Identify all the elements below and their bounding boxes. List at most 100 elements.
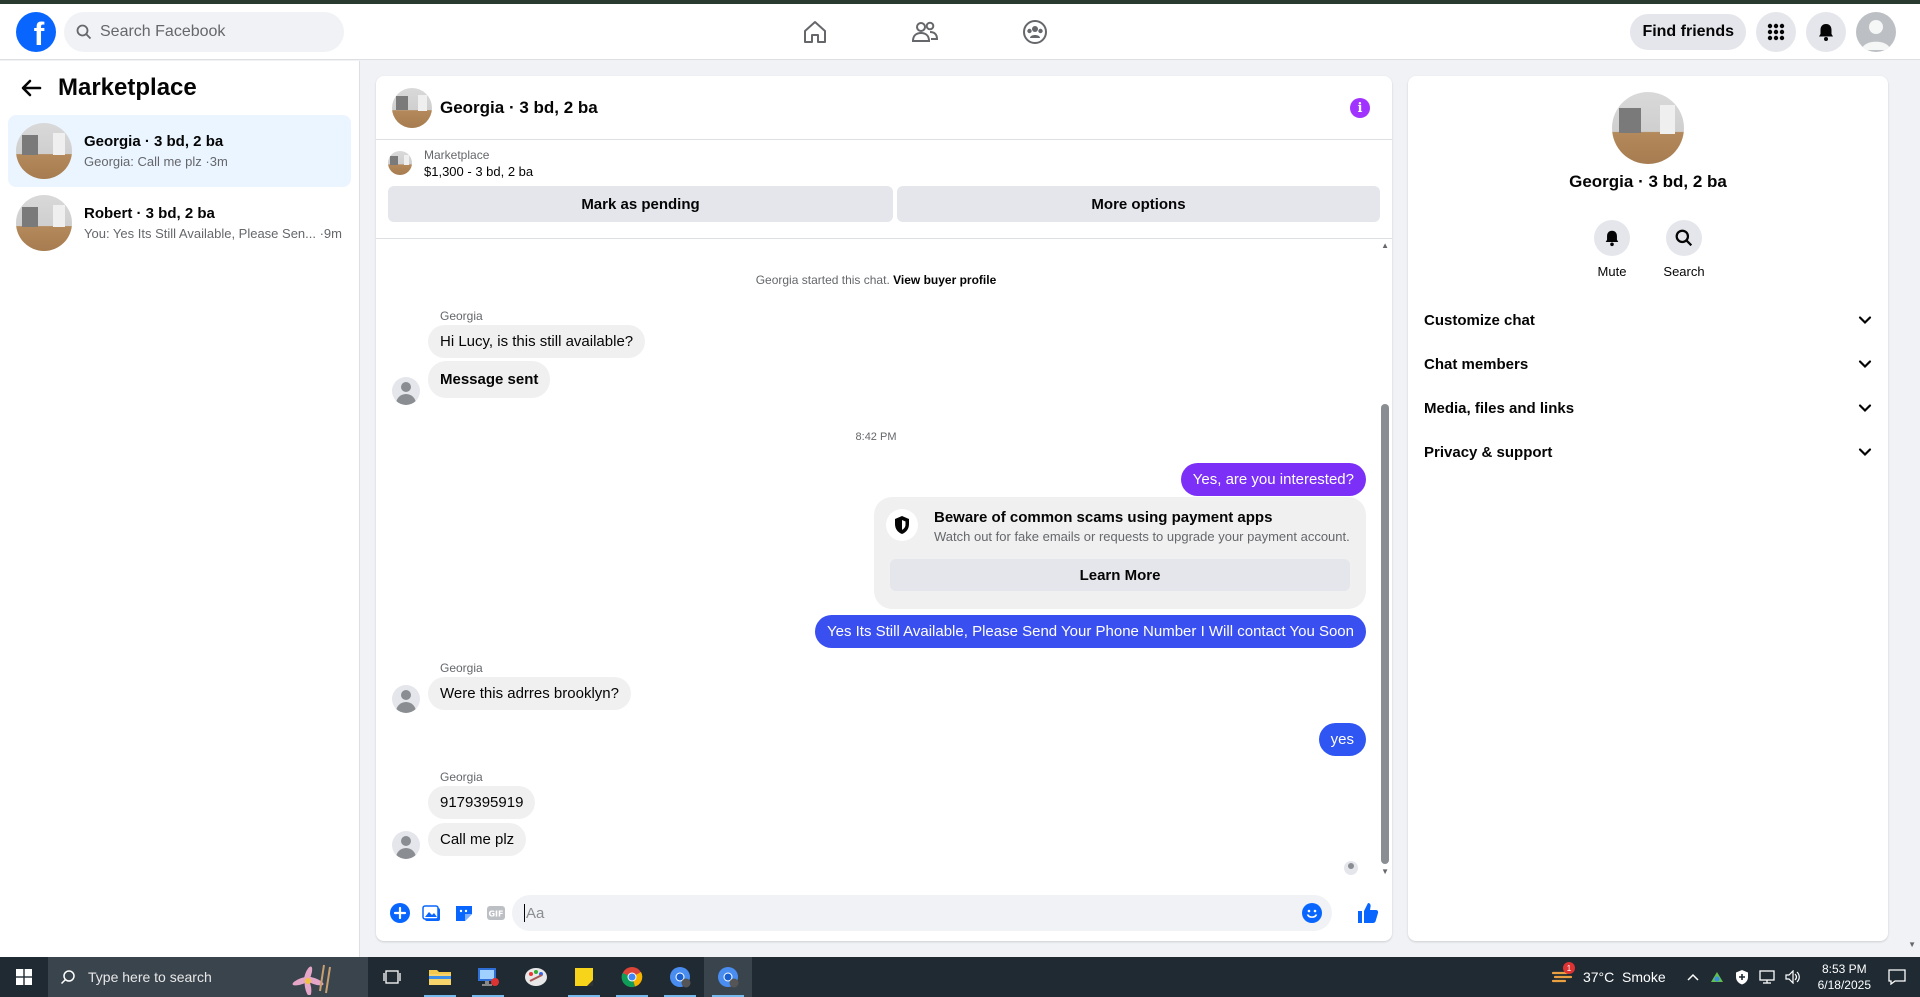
incoming-message[interactable]: Hi Lucy, is this still available?	[428, 325, 646, 358]
incoming-message[interactable]: Message sent	[428, 361, 551, 398]
chat-panel: Georgia · 3 bd, 2 ba i Marketplace $1,30…	[376, 76, 1392, 941]
thumbs-up-icon[interactable]	[1356, 901, 1380, 925]
shield-icon	[886, 509, 918, 541]
listing-price: $1,300 - 3 bd, 2 ba	[424, 163, 534, 179]
conversation-item-robert[interactable]: Robert · 3 bd, 2 ba You: Yes Its Still A…	[8, 187, 351, 259]
chat-members-section[interactable]: Chat members	[1416, 342, 1880, 386]
more-options-button[interactable]: More options	[897, 186, 1380, 222]
home-icon	[804, 21, 826, 43]
remote-desktop-app[interactable]	[464, 957, 512, 997]
section-label: Customize chat	[1424, 311, 1535, 329]
customize-chat-section[interactable]: Customize chat	[1416, 298, 1880, 342]
search-facebook-input[interactable]: Search Facebook	[64, 12, 344, 52]
chrome-active-app[interactable]	[704, 957, 752, 997]
mute-button[interactable]: Mute	[1592, 220, 1632, 279]
mark-as-pending-button[interactable]: Mark as pending	[388, 186, 893, 222]
facebook-logo[interactable]: f	[16, 12, 56, 52]
more-actions-button[interactable]	[384, 897, 416, 929]
paint-app[interactable]	[512, 957, 560, 997]
notification-center-button[interactable]	[1888, 969, 1906, 985]
attach-photo-button[interactable]	[416, 897, 448, 929]
menu-button[interactable]	[1756, 12, 1796, 52]
back-arrow-icon[interactable]	[20, 77, 42, 99]
message-sender: Georgia	[440, 661, 483, 675]
show-hidden-icons-button[interactable]	[1687, 972, 1699, 982]
search-icon	[1675, 229, 1693, 247]
listing-thumbnail	[16, 195, 72, 251]
photo-icon	[422, 905, 440, 921]
tray-app-icon[interactable]	[1709, 970, 1725, 984]
info-icon[interactable]: i	[1350, 98, 1370, 118]
account-avatar-button[interactable]	[1856, 12, 1896, 52]
chat-title[interactable]: Georgia · 3 bd, 2 ba	[440, 98, 598, 118]
groups-nav-button[interactable]	[980, 4, 1090, 60]
conversation-preview: Georgia: Call me plz ·3m	[84, 154, 228, 169]
text-caret	[524, 904, 525, 922]
incoming-message[interactable]: Call me plz	[428, 823, 527, 856]
search-in-chat-button[interactable]: Search	[1663, 220, 1705, 279]
friends-nav-button[interactable]	[870, 4, 980, 60]
grid-menu-icon	[1767, 23, 1785, 41]
listing-thumbnail	[16, 123, 72, 179]
taskbar-clock[interactable]: 8:53 PM 6/18/2025	[1818, 961, 1871, 993]
scroll-up-arrow[interactable]: ▲	[1381, 241, 1389, 250]
scrollbar-thumb[interactable]	[1381, 404, 1389, 864]
taskbar-search-box[interactable]: Type here to search	[48, 957, 368, 997]
sticky-note-icon	[575, 968, 593, 986]
outgoing-message[interactable]: Yes, are you interested?	[1180, 463, 1366, 496]
message-input[interactable]: Aa	[512, 895, 1332, 931]
svg-text:GIF: GIF	[488, 910, 503, 919]
emoji-icon[interactable]	[1302, 903, 1322, 923]
sticker-button[interactable]	[448, 897, 480, 929]
conversation-name: Georgia · 3 bd, 2 ba	[84, 133, 224, 150]
facebook-logo-letter: f	[33, 16, 45, 52]
chat-listing-thumbnail[interactable]	[392, 87, 432, 128]
view-buyer-profile-link[interactable]: View buyer profile	[893, 273, 996, 287]
bell-icon	[1819, 24, 1833, 41]
start-button[interactable]	[0, 957, 48, 997]
volume-tray-icon[interactable]	[1785, 970, 1801, 984]
sender-avatar	[392, 831, 420, 859]
listing-summary[interactable]: Marketplace $1,300 - 3 bd, 2 ba	[376, 140, 1392, 186]
top-right-controls: Find friends	[1630, 12, 1896, 52]
time-divider: 8:42 PM	[855, 431, 897, 443]
home-nav-button[interactable]	[760, 4, 870, 60]
page-scroll-down-arrow[interactable]: ▼	[1908, 940, 1916, 949]
privacy-support-section[interactable]: Privacy & support	[1416, 430, 1880, 474]
chat-started-line: Georgia started this chat. View buyer pr…	[376, 273, 1376, 287]
clock-date: 6/18/2025	[1817, 978, 1871, 992]
outgoing-message[interactable]: Yes Its Still Available, Please Send You…	[814, 615, 1366, 648]
scroll-down-arrow[interactable]: ▼	[1381, 867, 1389, 876]
flower-search-highlight-icon	[292, 964, 331, 995]
find-friends-button[interactable]: Find friends	[1630, 14, 1746, 50]
details-sections: Customize chat Chat members Media, files…	[1416, 298, 1880, 474]
chrome-profile-icon	[718, 967, 739, 988]
chat-header: Georgia · 3 bd, 2 ba i	[376, 76, 1392, 140]
section-label: Media, files and links	[1424, 399, 1575, 417]
taskbar-search-placeholder: Type here to search	[88, 969, 212, 985]
sticky-notes-app[interactable]	[560, 957, 608, 997]
speaker-icon	[1785, 970, 1800, 984]
media-files-links-section[interactable]: Media, files and links	[1416, 386, 1880, 430]
incoming-message[interactable]: Were this adrres brooklyn?	[428, 677, 631, 710]
notifications-button[interactable]	[1806, 12, 1846, 52]
security-tray-icon[interactable]	[1735, 969, 1749, 985]
network-tray-icon[interactable]	[1758, 970, 1775, 984]
message-thread[interactable]: Georgia started this chat. View buyer pr…	[376, 238, 1392, 878]
chrome-app[interactable]	[608, 957, 656, 997]
details-listing-photo[interactable]	[1612, 92, 1684, 164]
main-nav	[760, 4, 1090, 60]
seen-indicator-avatar	[1344, 861, 1358, 875]
search-icon	[76, 24, 92, 40]
incoming-message[interactable]: 9179395919	[428, 786, 536, 819]
weather-widget[interactable]: 1 37°C Smoke	[1551, 962, 1666, 986]
chrome-profile-app[interactable]	[656, 957, 704, 997]
outgoing-message[interactable]: yes	[1318, 723, 1366, 756]
gif-button[interactable]: GIF	[480, 897, 512, 929]
conversation-item-georgia[interactable]: Georgia · 3 bd, 2 ba Georgia: Call me pl…	[8, 115, 351, 187]
file-explorer-app[interactable]	[416, 957, 464, 997]
colorful-tray-icon	[1710, 972, 1723, 982]
learn-more-button[interactable]: Learn More	[890, 559, 1350, 591]
task-view-button[interactable]	[368, 957, 416, 997]
thread-scrollbar[interactable]: ▲ ▼	[1378, 239, 1392, 879]
